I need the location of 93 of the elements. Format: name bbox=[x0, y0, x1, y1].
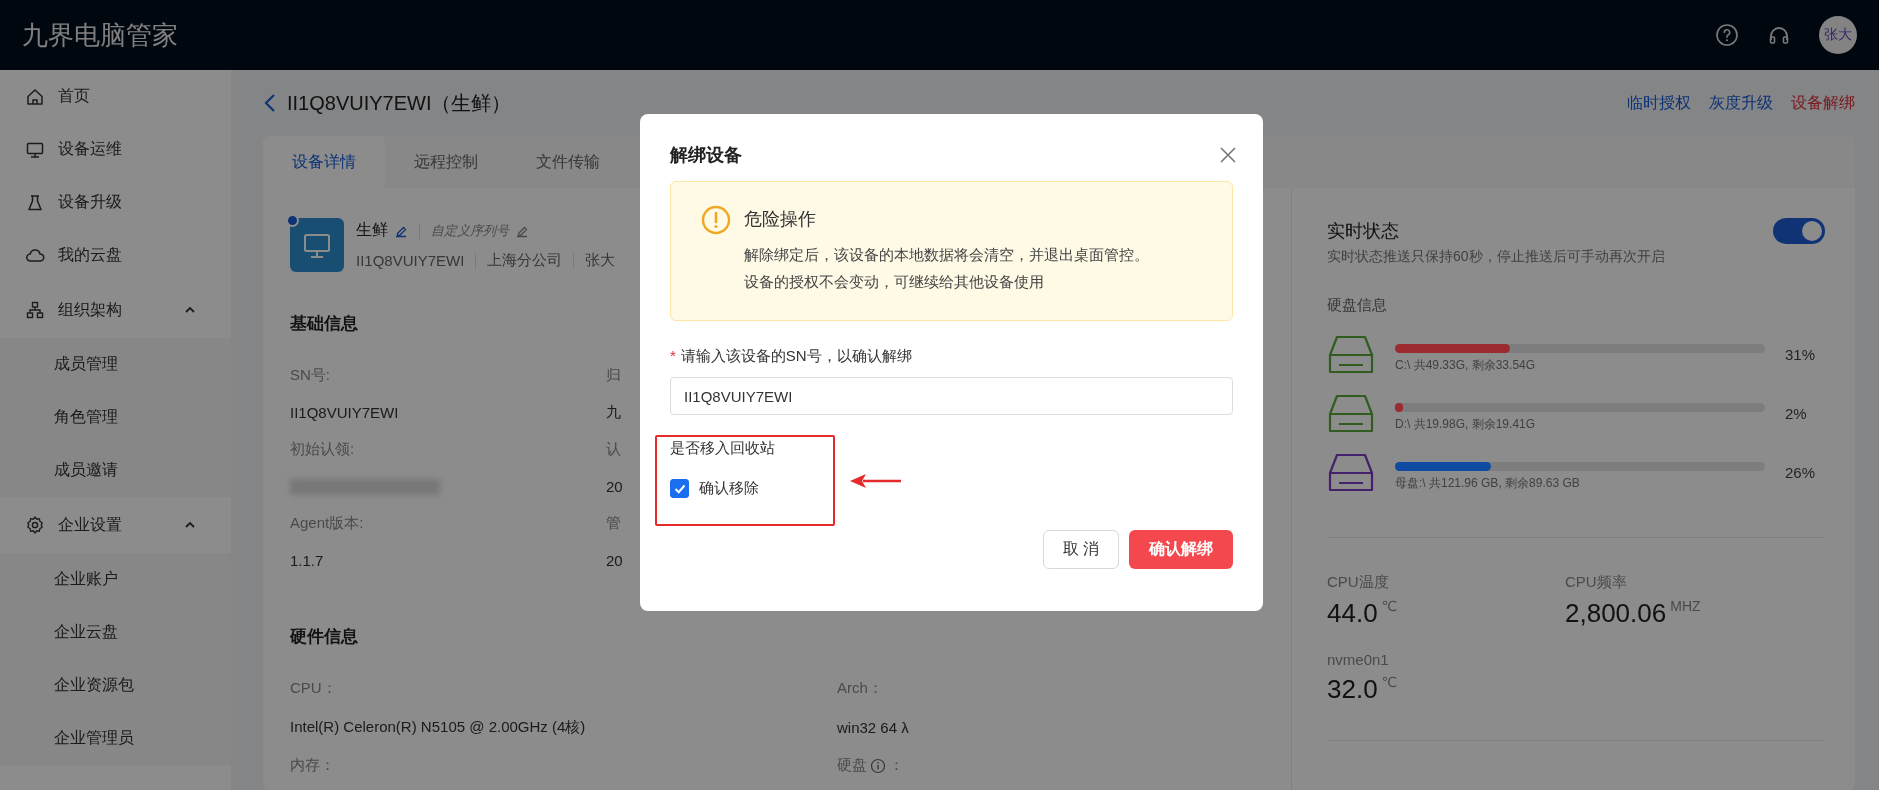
field-value: 1.1.7 bbox=[290, 551, 325, 571]
device-meta: 上海分公司 bbox=[487, 251, 563, 270]
field-label: 初始认领: bbox=[290, 439, 356, 459]
sidebar-item[interactable]: 企业资源包 bbox=[0, 659, 231, 712]
sidebar-item[interactable]: 企业设置 bbox=[0, 497, 231, 553]
tab[interactable]: 远程控制 bbox=[385, 136, 507, 188]
cancel-button[interactable]: 取 消 bbox=[1043, 530, 1119, 569]
home-icon bbox=[25, 86, 45, 107]
panel-subtitle: 实时状态推送只保持60秒，停止推送后可手动再次开启 bbox=[1327, 248, 1666, 266]
custom-serial-link[interactable]: 自定义序列号 bbox=[431, 221, 509, 240]
flask-icon bbox=[25, 192, 45, 213]
metric-label: CPU频率 bbox=[1565, 573, 1628, 592]
field-value: Intel(R) Celeron(R) N5105 @ 2.00GHz (4核) bbox=[290, 716, 587, 737]
field-label: Arch： bbox=[837, 678, 884, 698]
sidebar-item[interactable]: 企业管理员 bbox=[0, 712, 231, 765]
drive-icon bbox=[1327, 392, 1375, 435]
alert-text: 解除绑定后，该设备的本地数据将会清空，并退出桌面管控。 bbox=[744, 246, 1149, 265]
field-label: CPU： bbox=[290, 678, 338, 698]
help-icon bbox=[1715, 23, 1739, 47]
alert-text: 设备的授权不会变动，可继续给其他设备使用 bbox=[744, 273, 1045, 292]
usage-percent: 26% bbox=[1785, 464, 1817, 481]
sidebar-item[interactable]: 企业账户 bbox=[0, 553, 231, 606]
metric-unit: MHZ bbox=[1670, 598, 1701, 614]
close-icon bbox=[1219, 146, 1237, 164]
back-icon bbox=[263, 92, 277, 114]
alert-title: 危险操作 bbox=[744, 208, 817, 231]
field-label: 请输入该设备的SN号，以确认解绑 bbox=[680, 347, 912, 366]
field-label: 归 bbox=[606, 365, 622, 385]
sidebar-item[interactable]: 成员邀请 bbox=[0, 444, 231, 497]
user-avatar[interactable]: 张大 bbox=[1819, 16, 1857, 54]
field-label: 是否移入回收站 bbox=[670, 439, 776, 458]
warning-icon bbox=[700, 204, 732, 236]
live-status-toggle[interactable] bbox=[1773, 218, 1825, 244]
confirm-button[interactable]: 确认解绑 bbox=[1129, 530, 1233, 569]
sidebar-item[interactable]: 设备升级 bbox=[0, 176, 231, 229]
tab[interactable]: 设备详情 bbox=[263, 136, 385, 188]
drive-icon bbox=[1327, 333, 1375, 376]
section-title: 基础信息 bbox=[290, 313, 359, 335]
tab[interactable]: 文件传输 bbox=[507, 136, 629, 188]
sidebar-item[interactable]: 我的云盘 bbox=[0, 229, 231, 282]
metric-unit: ℃ bbox=[1381, 598, 1398, 614]
status-dot bbox=[286, 214, 299, 227]
device-meta: II1Q8VUIY7EWI bbox=[356, 252, 465, 269]
app-title: 九界电脑管家 bbox=[22, 18, 178, 52]
panel-title: 实时状态 bbox=[1327, 220, 1399, 243]
sn-input-field[interactable]: II1Q8VUIY7EWI bbox=[670, 377, 1233, 415]
action-link[interactable]: 灰度升级 bbox=[1709, 92, 1773, 114]
page-title: II1Q8VUIY7EWI（生鲜） bbox=[287, 90, 512, 116]
metric-unit: ℃ bbox=[1381, 674, 1398, 690]
sidebar-item[interactable]: 企业云盘 bbox=[0, 606, 231, 659]
colon-text: ： bbox=[889, 756, 904, 775]
metric-label: CPU温度 bbox=[1327, 573, 1390, 592]
org-chart-icon bbox=[25, 300, 45, 320]
metric-label: nvme0n1 bbox=[1327, 651, 1390, 668]
checkbox[interactable] bbox=[670, 479, 689, 498]
sidebar-item[interactable]: 首页 bbox=[0, 70, 231, 123]
device-name: 生鲜 bbox=[356, 220, 388, 240]
device-meta: 张大 bbox=[585, 251, 616, 270]
annotation-arrow bbox=[849, 472, 903, 490]
field-label: 认 bbox=[606, 439, 622, 459]
field-value: win32 64 λ bbox=[837, 717, 910, 738]
sidebar-item[interactable]: 成员管理 bbox=[0, 338, 231, 391]
dialog-title: 解绑设备 bbox=[670, 144, 742, 167]
unbind-link[interactable]: 设备解绑 bbox=[1791, 92, 1855, 114]
field-value: 九 bbox=[606, 402, 622, 422]
action-link[interactable]: 临时授权 bbox=[1627, 92, 1691, 114]
field-label: 内存： bbox=[290, 755, 336, 775]
field-label: SN号: bbox=[290, 365, 331, 385]
metric-value: 32.0 bbox=[1327, 674, 1378, 704]
disk-caption: 母盘:\ 共121.96 GB, 剩余89.63 GB bbox=[1395, 474, 1581, 492]
sidebar-item[interactable]: 角色管理 bbox=[0, 391, 231, 444]
required-mark: * bbox=[670, 347, 676, 366]
sidebar-item[interactable]: 设备运维 bbox=[0, 123, 231, 176]
field-value: 20 bbox=[606, 477, 624, 497]
field-label: 硬盘 bbox=[837, 756, 867, 775]
field-label: Agent版本: bbox=[290, 513, 365, 533]
check-icon bbox=[673, 483, 686, 494]
drive-icon bbox=[1327, 451, 1375, 494]
metric-value: 2,800.06 bbox=[1565, 598, 1667, 628]
section-label: 硬盘信息 bbox=[1327, 296, 1388, 315]
section-title: 硬件信息 bbox=[290, 626, 359, 648]
sidebar-item[interactable]: 组织架构 bbox=[0, 282, 231, 338]
disk-caption: D:\ 共19.98G, 剩余19.41G bbox=[1395, 415, 1537, 433]
disk-caption: C:\ 共49.33G, 剩余33.54G bbox=[1395, 356, 1537, 374]
metric-value: 44.0 bbox=[1327, 598, 1378, 628]
usage-percent: 31% bbox=[1785, 346, 1817, 363]
field-value: 20 bbox=[606, 551, 624, 571]
settings-icon bbox=[25, 515, 45, 535]
field-label: 管 bbox=[606, 513, 622, 533]
usage-percent: 2% bbox=[1785, 405, 1808, 422]
field-value: II1Q8VUIY7EWI bbox=[290, 403, 400, 423]
remove-checkbox[interactable]: 确认移除 bbox=[670, 479, 1233, 498]
device-icon bbox=[290, 218, 344, 272]
